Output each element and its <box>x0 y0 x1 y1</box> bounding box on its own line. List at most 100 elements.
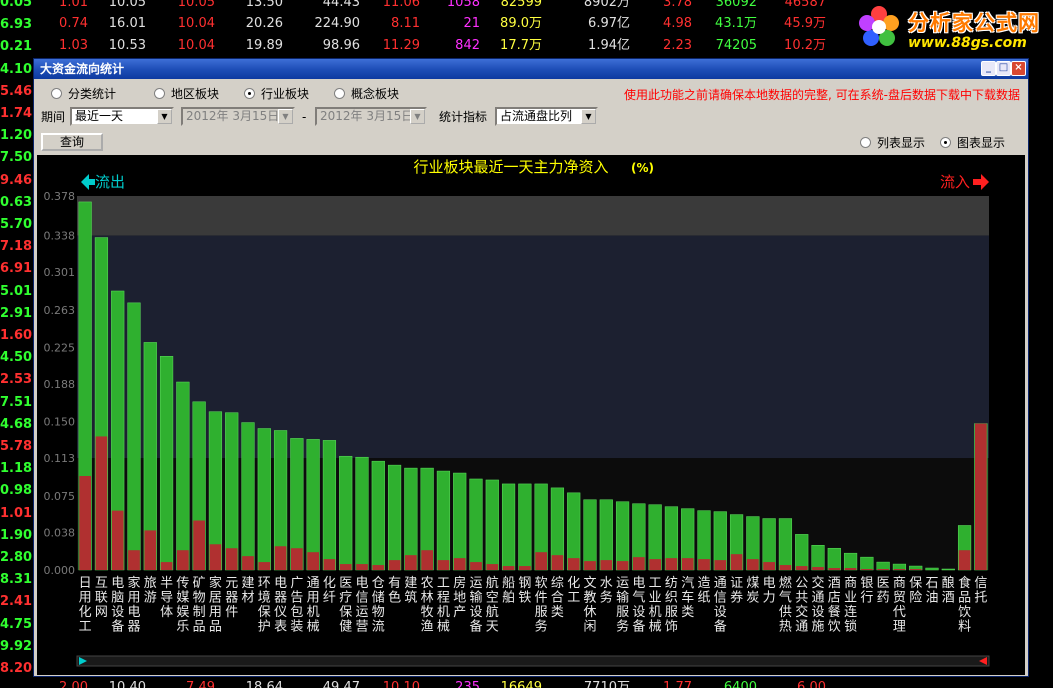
radio-region[interactable]: 地区板块 <box>154 86 219 102</box>
background-quote-cell: 842 <box>455 38 480 53</box>
category-label-char: 矿 <box>193 576 206 591</box>
bar-main <box>470 562 482 570</box>
category-label-char: 设 <box>469 605 482 620</box>
category-label-char: 证 <box>730 576 743 591</box>
radio-category[interactable]: 分类统计 <box>51 86 116 102</box>
category-label-char: 环 <box>258 576 271 591</box>
category-label-char: 服 <box>665 605 678 620</box>
category-label-char: 天 <box>486 620 499 635</box>
window-title: 大资金流向统计 <box>40 62 125 76</box>
outflow-label: 流出 <box>95 173 125 191</box>
category-label-char: 交 <box>811 575 824 591</box>
category-label-char: 设 <box>714 605 727 620</box>
category-label-char: 料 <box>958 620 971 635</box>
category-label-char: 表 <box>274 620 287 635</box>
bar-main <box>339 564 352 570</box>
radio-icon <box>334 88 345 99</box>
category-label-char: 运 <box>616 576 629 591</box>
background-quote-row: 2.00 10.40 7.49 18.64 49.47 10.10 235 16649 7710… <box>0 677 1053 688</box>
chevron-down-icon: ▼ <box>278 109 293 124</box>
background-quote-left-cell: 8.31 <box>0 572 33 588</box>
maximize-button[interactable]: □ <box>996 61 1011 76</box>
bar-main <box>909 569 922 570</box>
category-label-char: 通 <box>714 576 727 591</box>
category-label-char: 险 <box>909 591 922 606</box>
bar-main <box>453 558 466 570</box>
category-label-char: 设 <box>632 605 645 620</box>
category-label-char: 备 <box>111 619 124 635</box>
background-quote-cell: 8.11 <box>391 16 420 31</box>
window-title-bar[interactable]: 大资金流向统计 _ □ × <box>34 59 1028 79</box>
date-from-value: 2012年 3月15日 <box>186 109 280 123</box>
category-label-char: 饰 <box>665 620 678 635</box>
category-label-char: 物 <box>193 591 206 606</box>
bar-main <box>714 560 727 570</box>
radio-list-view[interactable]: 列表显示 <box>860 135 925 151</box>
minimize-button[interactable]: _ <box>981 61 996 76</box>
background-quote-cell: 36092 <box>715 0 757 10</box>
bar-total <box>811 545 825 571</box>
category-label-char: 地 <box>453 591 466 606</box>
background-quote-cell: 45.9万 <box>784 16 826 31</box>
category-label-char: 保 <box>339 605 352 620</box>
background-quote-cell: 89.0万 <box>500 16 542 31</box>
category-label-char: 告 <box>290 591 303 606</box>
category-label-char: 文 <box>583 576 596 591</box>
category-label-char: 乐 <box>176 620 189 635</box>
close-button[interactable]: × <box>1011 61 1026 76</box>
category-label-char: 保 <box>258 605 271 620</box>
bar-main <box>877 569 889 570</box>
category-label-char: 仓 <box>372 576 385 591</box>
bar-main <box>160 562 173 570</box>
category-label-char: 券 <box>730 590 743 606</box>
y-tick-label: 0.113 <box>44 452 76 465</box>
bar-main <box>747 559 759 570</box>
category-label-char: 健 <box>339 620 352 635</box>
background-quote-cell: 11.29 <box>382 38 420 53</box>
category-label-char: 有 <box>388 576 401 591</box>
category-label-char: 施 <box>811 620 824 635</box>
indicator-select[interactable]: 占流通盘比列 ▼ <box>495 107 598 126</box>
category-label-char: 舶 <box>502 590 515 606</box>
bar-main <box>844 568 857 570</box>
category-label-char: 日 <box>79 576 92 591</box>
background-quote-cell: 6.00 <box>797 680 826 688</box>
category-label-char: 纸 <box>697 591 710 606</box>
radio-chart-view[interactable]: 图表显示 <box>940 135 1005 151</box>
category-label-char: 媒 <box>176 591 189 606</box>
bar-total <box>306 439 320 571</box>
chart-title-unit: (%) <box>631 161 654 175</box>
category-label-char: 贸 <box>893 591 906 606</box>
background-quote-left-cell: 1.20 <box>0 128 33 144</box>
background-quote-left-cell: 9.92 <box>0 638 33 654</box>
radio-industry[interactable]: 行业板块 <box>244 86 309 102</box>
background-quote-cell: 20.26 <box>245 16 283 31</box>
query-button[interactable]: 查询 <box>41 133 103 151</box>
background-quote-cell: 4.98 <box>663 16 692 31</box>
category-label-char: 热 <box>779 620 792 635</box>
category-label-char: 件 <box>225 605 238 620</box>
bar-main <box>144 530 157 570</box>
radio-icon <box>154 88 165 99</box>
bar-main <box>649 559 661 570</box>
category-label-char: 输 <box>616 590 629 606</box>
category-label-char: 公 <box>795 576 808 591</box>
background-quote-cell: 13.50 <box>245 0 283 10</box>
category-label-char: 储 <box>372 591 385 606</box>
bar-total <box>925 567 939 571</box>
bar-main <box>763 562 775 570</box>
category-label-char: 用 <box>127 591 140 606</box>
background-quote-left-cell: 2.80 <box>0 550 33 565</box>
period-select[interactable]: 最近一天 ▼ <box>70 107 174 126</box>
category-label-char: 旅 <box>144 576 157 591</box>
category-label-char: 空 <box>486 591 499 606</box>
category-label-char: 车 <box>681 590 694 606</box>
bar-main <box>437 560 450 570</box>
category-label-char: 电 <box>763 576 776 591</box>
radio-concept[interactable]: 概念板块 <box>334 86 399 102</box>
radio-category-label: 分类统计 <box>68 87 117 101</box>
category-label-char: 燃 <box>779 575 792 591</box>
category-label-char: 品 <box>958 591 971 606</box>
bar-total <box>159 356 174 571</box>
category-label-char: 器 <box>127 620 140 635</box>
